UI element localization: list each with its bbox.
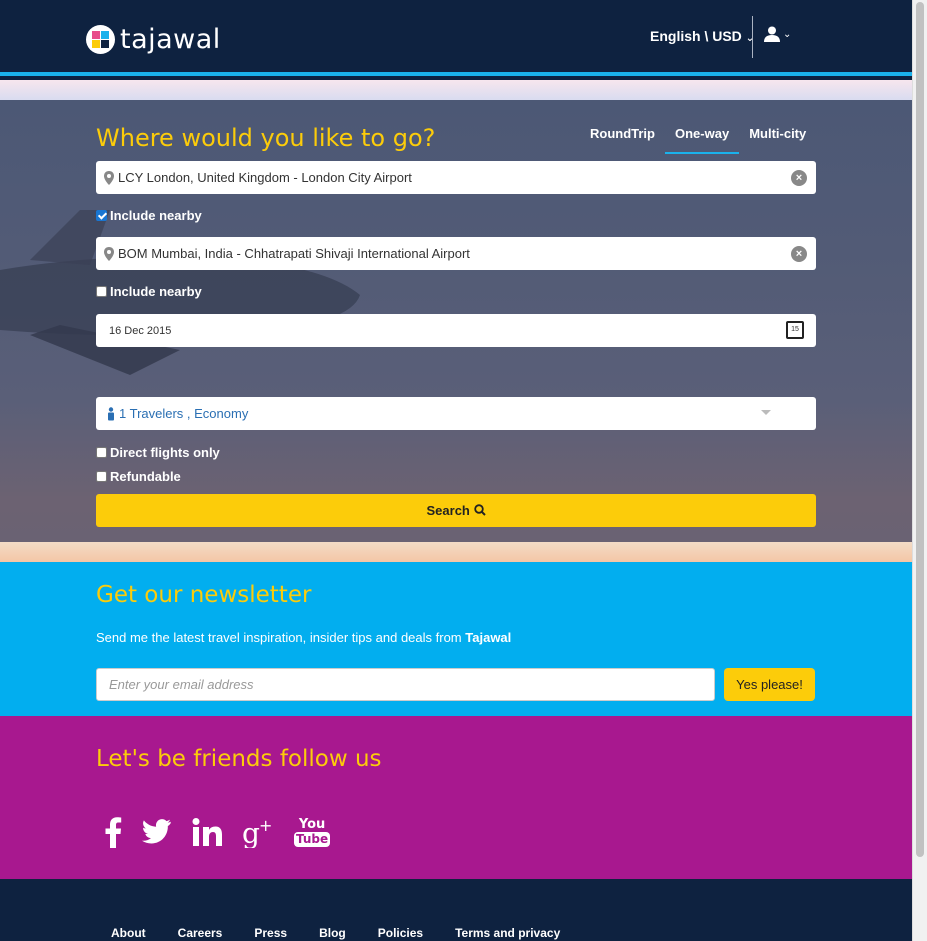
facebook-icon[interactable] — [104, 814, 122, 850]
tab-one-way[interactable]: One-way — [665, 126, 740, 154]
footer-links: About Careers Press Blog Policies Terms … — [111, 926, 592, 940]
map-pin-icon — [104, 246, 114, 261]
logo-text: tajawal — [120, 24, 221, 55]
newsletter-submit-button[interactable]: Yes please! — [724, 668, 815, 701]
trip-type-tabs: RoundTrip One-way Multi-city — [580, 126, 816, 154]
origin-input[interactable]: LCY London, United Kingdom - London City… — [96, 161, 816, 194]
origin-nearby-label: Include nearby — [110, 208, 202, 223]
map-pin-icon — [104, 170, 114, 185]
origin-include-nearby[interactable]: Include nearby — [96, 208, 202, 223]
destination-input[interactable]: BOM Mumbai, India - Chhatrapati Shivaji … — [96, 237, 816, 270]
footer-link-blog[interactable]: Blog — [319, 926, 346, 940]
youtube-icon[interactable]: You Tube — [294, 814, 331, 850]
refundable-label: Refundable — [110, 469, 181, 484]
user-icon — [764, 26, 780, 42]
social-section: Let's be friends follow us g + You Tube — [0, 716, 912, 879]
refundable-option[interactable]: Refundable — [96, 469, 181, 484]
youtube-icon-bottom-text: Tube — [294, 831, 331, 847]
logo-icon — [86, 25, 115, 54]
footer-link-about[interactable]: About — [111, 926, 146, 940]
svg-text:+: + — [259, 816, 272, 835]
newsletter-text: Send me the latest travel inspiration, i… — [96, 630, 511, 645]
youtube-icon-top-text: You — [298, 816, 326, 832]
social-icons: g + You Tube — [104, 814, 331, 850]
newsletter-brand: Tajawal — [465, 630, 512, 645]
search-icon — [473, 504, 486, 516]
footer-link-policies[interactable]: Policies — [378, 926, 423, 940]
origin-nearby-checkbox[interactable] — [96, 210, 107, 221]
svg-text:g: g — [242, 817, 260, 848]
refundable-checkbox[interactable] — [96, 471, 107, 482]
user-menu[interactable]: ⌄ — [764, 26, 791, 42]
social-title: Let's be friends follow us — [96, 746, 382, 772]
chevron-down-icon: ⌄ — [783, 28, 792, 40]
search-button[interactable]: Search — [96, 494, 816, 527]
scrollbar-thumb[interactable] — [916, 2, 924, 857]
direct-flights-checkbox[interactable] — [96, 447, 107, 458]
clear-destination-icon[interactable]: × — [791, 246, 807, 262]
clear-origin-icon[interactable]: × — [791, 170, 807, 186]
footer-link-terms[interactable]: Terms and privacy — [455, 926, 560, 940]
tab-multi-city[interactable]: Multi-city — [739, 126, 816, 154]
linkedin-icon[interactable] — [192, 814, 222, 850]
twitter-icon[interactable] — [142, 814, 172, 850]
destination-nearby-checkbox[interactable] — [96, 286, 107, 297]
newsletter-email-input[interactable]: Enter your email address — [96, 668, 715, 701]
search-button-label: Search — [426, 503, 470, 518]
newsletter-section: Get our newsletter Send me the latest tr… — [0, 562, 912, 716]
departure-date-value: 16 Dec 2015 — [109, 324, 172, 337]
travelers-value: 1 Travelers , Economy — [119, 406, 249, 421]
google-plus-icon[interactable]: g + — [242, 814, 274, 850]
departure-date-input[interactable]: 16 Dec 2015 15 — [96, 314, 816, 347]
caret-down-icon — [761, 410, 771, 415]
newsletter-text-body: Send me the latest travel inspiration, i… — [96, 630, 462, 645]
direct-flights-option[interactable]: Direct flights only — [96, 445, 220, 460]
top-header: tajawal English \ USD ⌄ ⌄ — [0, 0, 912, 76]
logo[interactable]: tajawal — [86, 24, 221, 55]
calendar-icon[interactable]: 15 — [786, 321, 804, 339]
tab-roundtrip[interactable]: RoundTrip — [580, 126, 665, 154]
page: tajawal English \ USD ⌄ ⌄ Where would yo… — [0, 0, 912, 941]
direct-flights-label: Direct flights only — [110, 445, 220, 460]
page-scrollbar[interactable] — [912, 0, 927, 941]
language-currency-label: English \ USD — [650, 28, 742, 44]
destination-nearby-label: Include nearby — [110, 284, 202, 299]
destination-value: BOM Mumbai, India - Chhatrapati Shivaji … — [118, 246, 470, 261]
destination-include-nearby[interactable]: Include nearby — [96, 284, 202, 299]
person-icon — [108, 406, 114, 420]
footer-link-careers[interactable]: Careers — [178, 926, 223, 940]
origin-value: LCY London, United Kingdom - London City… — [118, 170, 412, 185]
language-currency-selector[interactable]: English \ USD ⌄ — [650, 28, 754, 44]
newsletter-title: Get our newsletter — [96, 582, 312, 608]
footer-link-press[interactable]: Press — [254, 926, 287, 940]
search-heading: Where would you like to go? — [96, 124, 436, 152]
travelers-select[interactable]: 1 Travelers , Economy — [96, 397, 816, 430]
footer: About Careers Press Blog Policies Terms … — [0, 879, 912, 941]
header-divider — [752, 16, 753, 58]
